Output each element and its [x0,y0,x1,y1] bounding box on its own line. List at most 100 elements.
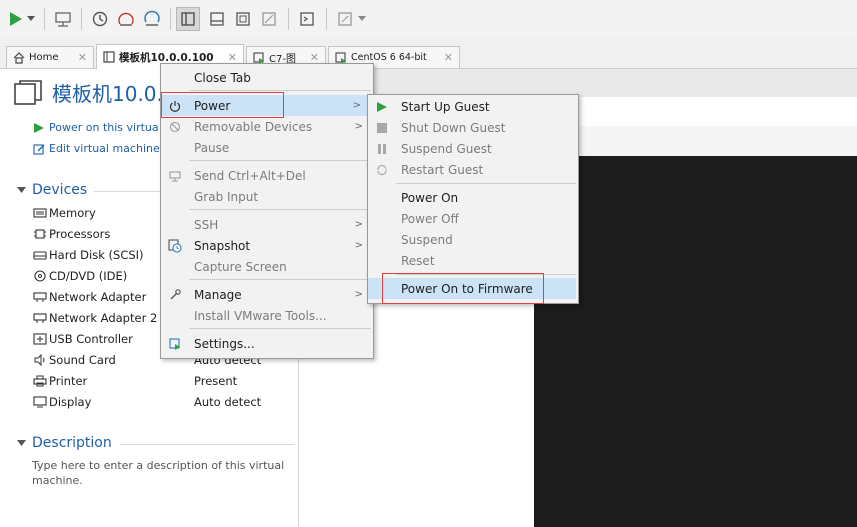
devices-heading: Devices [32,182,88,198]
close-icon[interactable]: ✕ [444,51,453,64]
send-keys-icon[interactable] [52,7,74,31]
chevron-right-icon: > [354,121,363,132]
vm-title: 模板机10.0. [52,82,163,106]
menu-item-manage[interactable]: Manage > [161,284,373,305]
toolbar-divider [81,8,82,30]
toolbar-divider [326,8,327,30]
device-row-printer[interactable]: Printer Present [32,370,292,391]
removable-icon [167,121,183,133]
library-view-icon[interactable] [176,7,200,31]
menu-item-label: Removable Devices [194,119,313,134]
tab-bar: Home ✕ 模板机10.0.0.100 ✕ C7-图 ✕ CentOS 6 6… [0,38,857,69]
menu-item-settings[interactable]: Settings... [161,333,373,354]
revert-snapshot-icon[interactable] [115,7,137,31]
section-divider [120,444,294,445]
menu-item-label: Shut Down Guest [401,120,506,135]
devices-section-header[interactable]: Devices [17,182,87,198]
menu-item-power-off[interactable]: Power Off [368,208,578,229]
menu-item-pause[interactable]: Pause [161,137,373,158]
tab-label: Home [29,52,59,63]
menu-separator [189,279,371,280]
menu-separator [396,183,576,184]
menu-item-label: Reset [401,253,435,268]
tab-home[interactable]: Home ✕ [6,46,94,68]
chevron-down-icon[interactable] [25,7,37,31]
display-icon [32,395,47,408]
vm-screen-preview[interactable] [534,156,857,527]
menu-item-label: Pause [194,140,230,155]
menu-item-restart-guest[interactable]: Restart Guest [368,159,578,180]
snapshot-icon[interactable] [89,7,111,31]
menu-item-shut-down-guest[interactable]: Shut Down Guest [368,117,578,138]
vm-icon [14,80,42,109]
device-name: Hard Disk (SCSI) [49,247,144,262]
pause-icon [374,143,390,155]
menu-item-suspend-guest[interactable]: Suspend Guest [368,138,578,159]
menu-item-label: Send Ctrl+Alt+Del [194,168,306,183]
edit-settings-link[interactable]: Edit virtual machine [33,142,160,155]
vm-icon [253,51,264,64]
menu-item-snapshot[interactable]: Snapshot > [161,235,373,256]
description-heading: Description [32,435,112,451]
harddisk-icon [32,249,47,261]
menu-item-grab-input[interactable]: Grab Input [161,186,373,207]
menu-item-close-tab[interactable]: Close Tab [161,67,373,88]
toolbar-divider [170,8,171,30]
network-icon [32,312,47,324]
device-name: Sound Card [49,352,116,367]
menu-item-power-on[interactable]: Power On [368,187,578,208]
wrench-icon [167,288,183,301]
chevron-right-icon: > [354,219,363,230]
device-name: Memory [49,205,96,220]
usb-icon [32,332,47,345]
console-icon[interactable] [296,7,318,31]
menu-item-reset[interactable]: Reset [368,250,578,271]
menu-item-capture-screen[interactable]: Capture Screen [161,256,373,277]
menu-item-send-ctrl-alt-del[interactable]: Send Ctrl+Alt+Del [161,165,373,186]
menu-separator [189,160,371,161]
play-icon [374,101,390,113]
menu-item-label: Restart Guest [401,162,484,177]
menu-item-suspend[interactable]: Suspend [368,229,578,250]
stretch-icon[interactable] [334,7,356,31]
menu-item-label: SSH [194,217,219,232]
description-text[interactable]: Type here to enter a description of this… [32,458,294,488]
snapshot-manager-icon[interactable] [141,7,163,31]
cd-icon [32,269,47,282]
chevron-right-icon: > [354,240,363,251]
vm-icon [335,51,346,64]
home-icon [13,51,25,64]
keyboard-icon [167,170,183,182]
fullscreen-icon[interactable] [232,7,254,31]
description-section-header[interactable]: Description [17,435,112,451]
toolbar-divider [288,8,289,30]
toolbar [0,0,857,38]
collapse-icon [17,187,26,193]
device-row-display[interactable]: Display Auto detect [32,391,292,412]
menu-item-removable-devices[interactable]: Removable Devices > [161,116,373,137]
play-icon [34,122,44,133]
unity-icon[interactable] [258,7,280,31]
tab-label: CentOS 6 64-bit [351,52,427,63]
sound-icon [32,353,47,366]
close-icon[interactable]: ✕ [78,51,87,64]
menu-item-label: Suspend Guest [401,141,492,156]
thumbnail-view-icon[interactable] [206,7,228,31]
chevron-down-icon[interactable] [356,7,368,31]
menu-item-label: Start Up Guest [401,99,490,114]
menu-item-start-up-guest[interactable]: Start Up Guest [368,96,578,117]
close-icon[interactable]: ✕ [228,51,237,64]
menu-item-label: Manage [194,287,242,302]
play-icon[interactable] [8,7,24,31]
toolbar-divider [44,8,45,30]
menu-item-ssh[interactable]: SSH > [161,214,373,235]
menu-item-install-vmware-tools[interactable]: Install VMware Tools... [161,305,373,326]
highlight-box [382,273,544,304]
power-on-link[interactable]: Power on this virtua [33,121,159,134]
settings-icon [167,337,183,350]
vm-icon [103,51,115,63]
menu-item-label: Settings... [194,336,255,351]
chevron-right-icon: > [354,289,363,300]
menu-separator [189,90,371,91]
collapse-icon [17,440,26,446]
